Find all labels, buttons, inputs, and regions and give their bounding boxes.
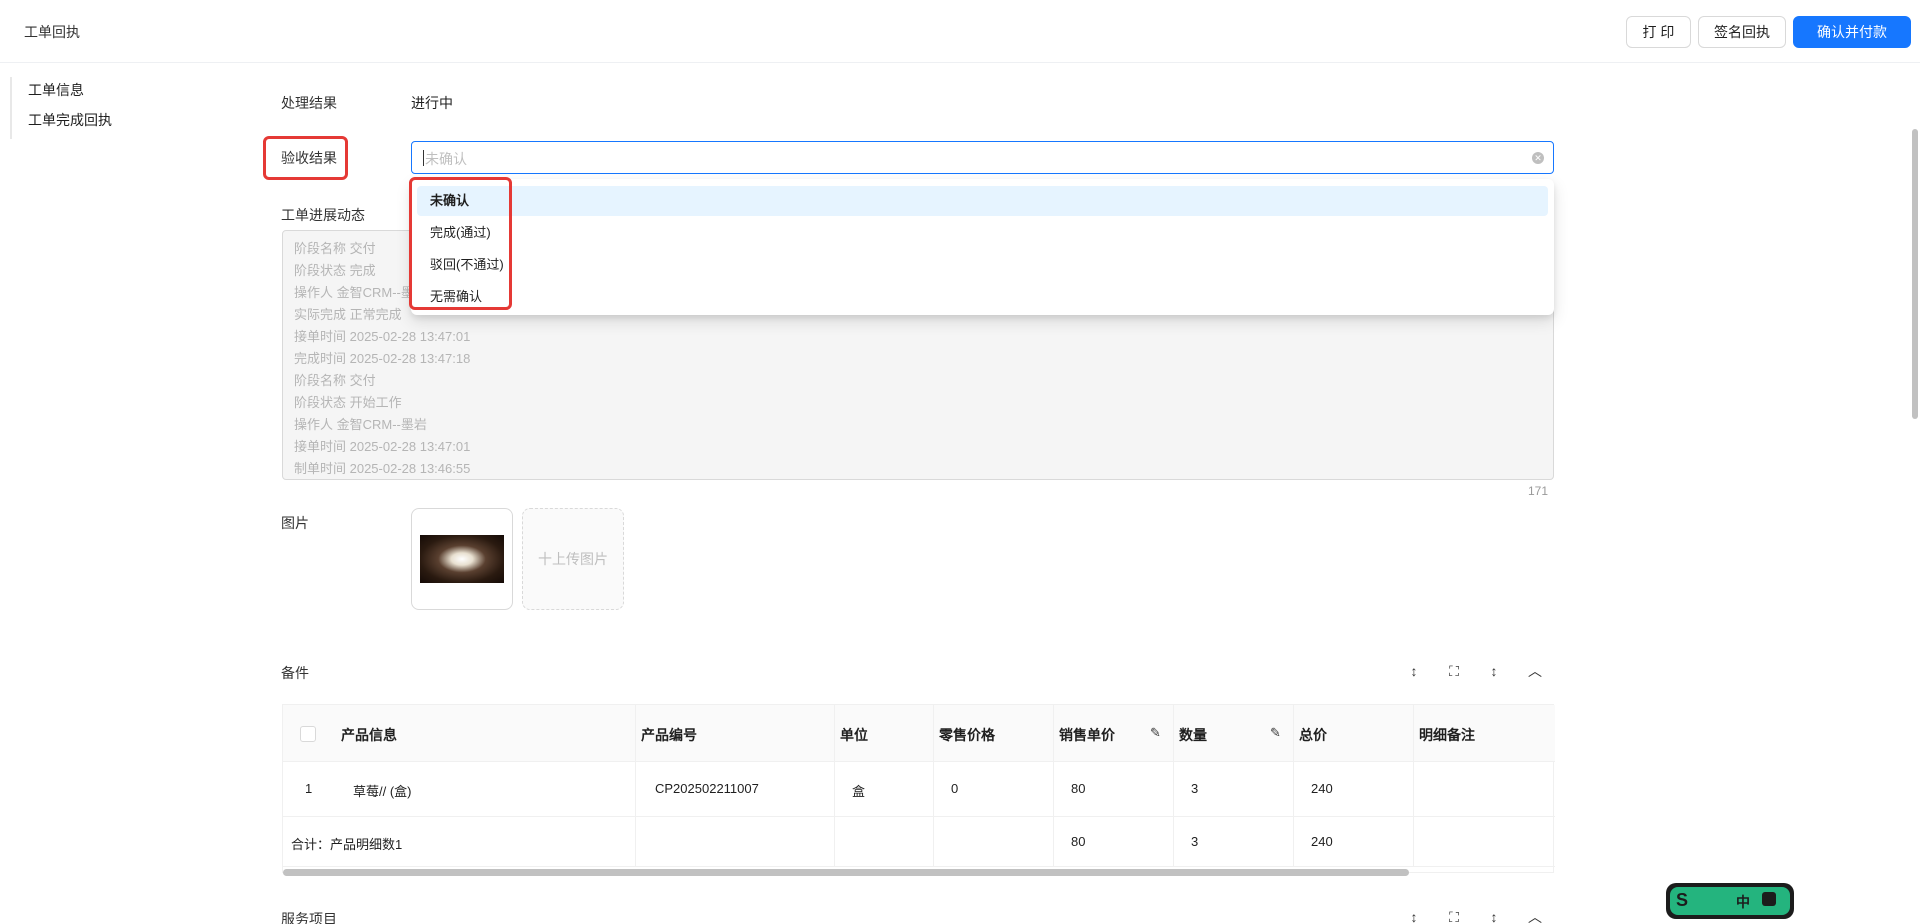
page-title: 工单回执 <box>24 24 80 40</box>
clear-icon[interactable]: ✕ <box>1532 152 1544 164</box>
ime-language-label[interactable]: 中 <box>1736 892 1750 912</box>
edit-price-icon[interactable]: ✎ <box>1150 725 1161 741</box>
sidebar-item-order-info[interactable]: 工单信息 <box>28 80 84 100</box>
upload-image-button[interactable]: 十上传图片 <box>522 508 624 610</box>
confirm-pay-button[interactable]: 确认并付款 <box>1793 16 1911 48</box>
cell-unit: 盒 <box>852 784 866 799</box>
cell-price[interactable]: 80 <box>1071 781 1085 796</box>
char-counter: 171 <box>1528 484 1549 498</box>
summary-qty: 3 <box>1191 834 1199 849</box>
row-index: 1 <box>305 781 313 796</box>
image-thumbnail-card[interactable] <box>411 508 513 610</box>
column-header[interactable]: 数量 <box>1179 725 1207 745</box>
select-all-checkbox[interactable] <box>300 726 316 742</box>
progress-line: 阶段状态 完成 <box>294 263 376 278</box>
acceptance-dropdown: 未确认 完成(通过) 驳回(不通过) 无需确认 <box>411 179 1554 315</box>
parts-table: 产品信息 产品编号 单位 零售价格 销售单价 ✎ 数量 ✎ 总价 明细备注 1 … <box>282 704 1555 873</box>
column-header[interactable]: 零售价格 <box>939 725 995 745</box>
ime-logo-icon: S <box>1676 890 1689 910</box>
result-value: 进行中 <box>411 95 453 111</box>
services-section-title: 服务项目 <box>281 911 337 924</box>
table-horizontal-scrollbar[interactable] <box>283 869 1409 876</box>
option-completed-passed[interactable]: 完成(通过) <box>417 218 1548 248</box>
sign-receipt-button[interactable]: 签名回执 <box>1698 16 1786 48</box>
acceptance-select-placeholder: 未确认 <box>425 151 467 167</box>
progress-line: 阶段名称 交付 <box>294 373 376 388</box>
progress-line: 实际完成 正常完成 <box>294 307 402 322</box>
image-thumbnail <box>420 535 504 583</box>
image-label: 图片 <box>281 515 309 531</box>
result-label: 处理结果 <box>281 95 337 111</box>
column-header[interactable]: 明细备注 <box>1419 725 1475 745</box>
progress-line: 阶段名称 交付 <box>294 241 376 256</box>
progress-line: 接单时间 2025-02-28 13:47:01 <box>294 439 471 454</box>
expand-icon[interactable]: ↕ <box>1485 662 1503 680</box>
progress-line: 操作人 金智CRM--墨岩 <box>294 285 427 300</box>
print-button[interactable]: 打 印 <box>1626 16 1691 48</box>
collapse-chevron-icon[interactable]: ︿ <box>1526 908 1544 924</box>
column-header[interactable]: 产品编号 <box>641 725 697 745</box>
summary-label: 合计：产品明细数1 <box>291 837 403 852</box>
progress-line: 接单时间 2025-02-28 13:47:01 <box>294 329 471 344</box>
cell-code: CP202502211007 <box>655 781 759 796</box>
sidebar-anchor-line <box>10 77 12 139</box>
column-header[interactable]: 销售单价 <box>1059 725 1115 745</box>
option-no-confirmation[interactable]: 无需确认 <box>417 282 1548 312</box>
acceptance-select[interactable]: 未确认 ✕ <box>411 141 1554 174</box>
cell-qty[interactable]: 3 <box>1191 781 1198 796</box>
progress-line: 制单时间 2025-02-28 13:46:55 <box>294 461 471 476</box>
cell-total: 240 <box>1311 781 1333 796</box>
expand-icon[interactable]: ↕ <box>1485 908 1503 924</box>
main-content: 处理结果 进行中 验收结果 未确认 ✕ 工单进展动态 阶段名称 交付 阶段状态 … <box>253 63 1579 924</box>
summary-price: 80 <box>1071 834 1086 849</box>
sidebar: 工单信息 工单完成回执 <box>0 63 253 924</box>
cell-product: 草莓// (盒) <box>353 784 412 799</box>
skin-icon[interactable] <box>1762 892 1776 906</box>
column-header[interactable]: 单位 <box>840 725 868 745</box>
progress-line: 完成时间 2025-02-28 13:47:18 <box>294 351 471 366</box>
option-rejected[interactable]: 驳回(不通过) <box>417 250 1548 280</box>
ime-widget-body: S 中 <box>1670 887 1790 915</box>
edit-quantity-icon[interactable]: ✎ <box>1270 725 1281 741</box>
progress-line: 阶段状态 开始工作 <box>294 395 402 410</box>
collapse-chevron-icon[interactable]: ︿ <box>1526 662 1544 680</box>
summary-row: 合计：产品明细数1 80 3 240 <box>283 817 1555 867</box>
summary-total: 240 <box>1311 834 1333 849</box>
column-header[interactable]: 产品信息 <box>341 725 397 745</box>
ime-widget[interactable]: S 中 <box>1666 883 1794 919</box>
cell-retail: 0 <box>951 781 959 796</box>
top-bar: 工单回执 打 印 签名回执 确认并付款 <box>0 0 1920 63</box>
option-unconfirmed[interactable]: 未确认 <box>417 186 1548 216</box>
fullscreen-icon[interactable]: ⛶ <box>1445 908 1463 924</box>
parts-section-title: 备件 <box>281 665 309 681</box>
table-row[interactable]: 1 草莓// (盒) CP202502211007 盒 0 80 3 240 <box>283 762 1555 817</box>
table-header: 产品信息 产品编号 单位 零售价格 销售单价 ✎ 数量 ✎ 总价 明细备注 <box>283 705 1555 762</box>
right-pane <box>1579 63 1920 924</box>
row-height-icon[interactable]: ↕ <box>1405 662 1423 680</box>
page-scrollbar[interactable] <box>1912 129 1918 419</box>
text-cursor <box>423 150 424 166</box>
progress-label: 工单进展动态 <box>281 207 365 223</box>
row-height-icon[interactable]: ↕ <box>1405 908 1423 924</box>
acceptance-label: 验收结果 <box>281 150 337 166</box>
fullscreen-icon[interactable]: ⛶ <box>1445 662 1463 680</box>
progress-line: 操作人 金智CRM--墨岩 <box>294 417 427 432</box>
column-header[interactable]: 总价 <box>1299 725 1327 745</box>
sidebar-item-completion-receipt[interactable]: 工单完成回执 <box>28 110 112 130</box>
